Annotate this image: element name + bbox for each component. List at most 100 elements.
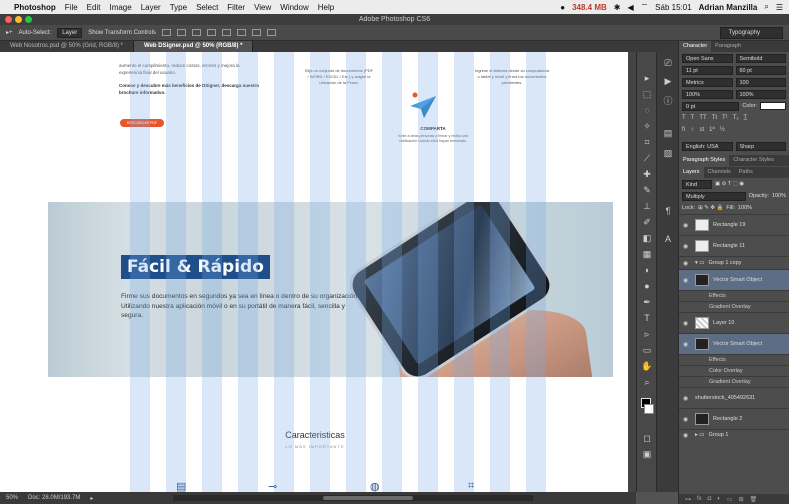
effect-row[interactable]: Gradient Overlay: [679, 301, 789, 312]
layer-row[interactable]: ◉ Rectangle 11: [679, 235, 789, 256]
tab-layers[interactable]: Layers: [679, 167, 704, 178]
scroll-thumb[interactable]: [323, 496, 414, 500]
horizontal-scale-field[interactable]: 100%: [735, 89, 786, 99]
font-family-select[interactable]: Open Sans: [682, 53, 733, 63]
history-icon[interactable]: ⎚: [662, 58, 674, 70]
ordinal-icon[interactable]: 1ª: [709, 127, 715, 133]
screen-mode-icon[interactable]: ▣: [641, 448, 653, 460]
tab-paragraph-styles[interactable]: Paragraph Styles: [679, 155, 730, 166]
eye-icon[interactable]: ◉: [683, 416, 691, 423]
memory-usage[interactable]: 348.4 MB: [572, 3, 607, 12]
layer-group-row[interactable]: ◉ ▾ ▭ Group 1 copy: [679, 256, 789, 269]
leading-field[interactable]: 60 pt: [735, 65, 786, 75]
layer-row[interactable]: ◉ Layer 10: [679, 312, 789, 333]
align-top-icon[interactable]: [161, 29, 171, 36]
antialias-select[interactable]: Sharp: [735, 141, 786, 151]
menu-filter[interactable]: Filter: [227, 3, 245, 12]
effects-row[interactable]: Effects: [679, 354, 789, 365]
layer-group-row[interactable]: ◉ ▸ ▭ Group 1: [679, 429, 789, 440]
swash-icon[interactable]: st: [700, 127, 705, 133]
effect-row[interactable]: Gradient Overlay: [679, 376, 789, 387]
close-window-button[interactable]: [5, 16, 12, 23]
brush-tool-icon[interactable]: ✎: [641, 184, 653, 196]
mask-icon[interactable]: ◘: [708, 496, 712, 502]
magic-wand-tool-icon[interactable]: ✧: [641, 120, 653, 132]
effects-row[interactable]: Effects: [679, 290, 789, 301]
effect-row[interactable]: Color Overlay: [679, 365, 789, 376]
auto-select-dropdown[interactable]: Layer: [57, 27, 83, 38]
eyedropper-tool-icon[interactable]: ⟋: [641, 152, 653, 164]
kerning-field[interactable]: Metrics: [682, 77, 733, 87]
text-color-swatch[interactable]: [760, 102, 786, 110]
trash-icon[interactable]: 🗑: [750, 496, 758, 503]
memory-icon[interactable]: ●: [560, 3, 565, 12]
link-icon[interactable]: ⊶: [685, 496, 691, 503]
layer-kind-filter[interactable]: Kind: [682, 179, 712, 189]
tab-web-nosotros[interactable]: Web Nosotros.psd @ 50% (Grid, RGB/8) *: [0, 41, 135, 52]
crop-tool-icon[interactable]: ⌗: [641, 136, 653, 148]
background-color-swatch[interactable]: [644, 404, 654, 414]
zoom-level[interactable]: 50%: [6, 495, 18, 501]
tab-character[interactable]: Character: [679, 41, 712, 52]
eye-icon[interactable]: ◉: [683, 243, 691, 250]
align-middle-icon[interactable]: [176, 29, 186, 36]
workspace-dropdown[interactable]: Typography: [719, 26, 783, 39]
stamp-tool-icon[interactable]: ⊥: [641, 200, 653, 212]
menu-type[interactable]: Type: [170, 3, 187, 12]
tab-channels[interactable]: Channels: [704, 167, 735, 178]
spotlight-icon[interactable]: ⌕: [764, 2, 768, 12]
tracking-field[interactable]: 100: [735, 77, 786, 87]
font-size-field[interactable]: 11 pt: [682, 65, 733, 75]
lock-icons[interactable]: ⊞ ✎ ✥ 🔒: [698, 205, 723, 211]
path-select-tool-icon[interactable]: ▹: [641, 328, 653, 340]
menu-window[interactable]: Window: [280, 3, 308, 12]
notifications-icon[interactable]: ☰: [776, 3, 783, 12]
wifi-icon[interactable]: ⌔: [641, 2, 649, 12]
type-tool-icon[interactable]: T: [641, 312, 653, 324]
superscript-icon[interactable]: T¹: [722, 115, 728, 121]
eye-icon[interactable]: ◉: [683, 277, 691, 284]
tab-web-dsigner[interactable]: Web DSigner.psd @ 50% (RGB/8) *: [134, 41, 254, 52]
move-tool-icon[interactable]: ▸: [641, 72, 653, 84]
font-style-select[interactable]: Semibold: [735, 53, 786, 63]
layer-row[interactable]: ◉ Rectangle 19: [679, 214, 789, 235]
layer-row[interactable]: ◉ shutterstock_405492631: [679, 387, 789, 408]
align-right-icon[interactable]: [236, 29, 246, 36]
hand-tool-icon[interactable]: ✋: [641, 360, 653, 372]
history-brush-icon[interactable]: ✐: [641, 216, 653, 228]
eye-icon[interactable]: ◉: [683, 341, 691, 348]
fx-icon[interactable]: fx: [697, 496, 702, 502]
blend-mode-select[interactable]: Multiply: [682, 191, 746, 201]
move-tool-icon[interactable]: ▸+: [6, 29, 13, 36]
layer-row-selected[interactable]: ◉ Vector Smart Object: [679, 269, 789, 290]
adjustment-icon[interactable]: ◐: [717, 496, 721, 502]
distribute-h-icon[interactable]: [266, 29, 276, 36]
ornament-icon[interactable]: ♂: [690, 127, 695, 133]
tab-paths[interactable]: Paths: [735, 167, 757, 178]
blur-tool-icon[interactable]: ◗: [641, 264, 653, 276]
align-left-icon[interactable]: [206, 29, 216, 36]
marquee-tool-icon[interactable]: ⬚: [641, 88, 653, 100]
user-name[interactable]: Adrian Manzilla: [699, 3, 758, 12]
eye-icon[interactable]: ◉: [683, 432, 691, 439]
paragraph-icon[interactable]: ¶: [662, 206, 674, 218]
info-icon[interactable]: ⓘ: [662, 94, 674, 106]
app-menu[interactable]: Photoshop: [14, 3, 56, 12]
eye-icon[interactable]: ◉: [683, 222, 691, 229]
new-layer-icon[interactable]: ⊞: [739, 496, 744, 503]
vertical-scrollbar[interactable]: [628, 52, 636, 492]
quick-mask-icon[interactable]: ◻: [641, 432, 653, 444]
horizontal-scrollbar[interactable]: [173, 495, 534, 501]
align-center-icon[interactable]: [221, 29, 231, 36]
language-select[interactable]: English: USA: [682, 141, 733, 151]
layer-row[interactable]: ◉ Rectangle 2: [679, 408, 789, 429]
swatches-icon[interactable]: ▤: [662, 128, 674, 140]
baseline-shift-field[interactable]: 0 pt: [682, 101, 740, 111]
faux-italic-icon[interactable]: T: [691, 115, 695, 121]
shape-tool-icon[interactable]: ▭: [641, 344, 653, 356]
dodge-tool-icon[interactable]: ●: [641, 280, 653, 292]
play-icon[interactable]: ▶: [662, 76, 674, 88]
menu-image[interactable]: Image: [109, 3, 131, 12]
transform-controls-checkbox[interactable]: Show Transform Controls: [88, 30, 156, 36]
fraction-icon[interactable]: ½: [720, 127, 725, 133]
